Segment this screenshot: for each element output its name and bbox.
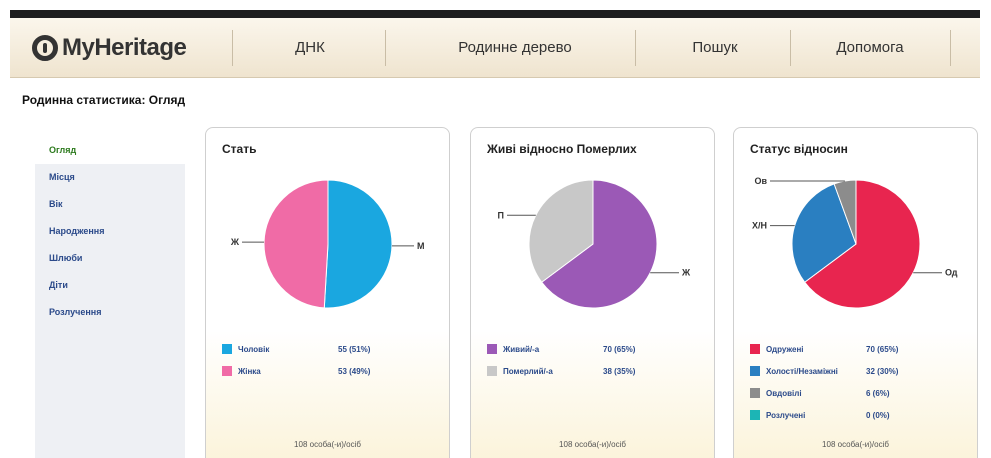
sidebar-item-births[interactable]: Народження [35, 218, 185, 245]
pie-slice-label: Од [945, 268, 958, 278]
logo-text: MyHeritage [62, 34, 187, 61]
nav-divider [790, 30, 791, 66]
nav-family-tree[interactable]: Родинне дерево [400, 18, 630, 78]
legend-item: Холості/Незаміжні 32 (30%) [750, 360, 965, 382]
pie-slice[interactable] [263, 179, 329, 309]
legend-item: Померлий/-а 38 (35%) [487, 360, 702, 382]
living-legend: Живий/-а 70 (65%) Померлий/-а 38 (35%) [487, 338, 702, 382]
legend-label: Холості/Незаміжні [766, 366, 838, 376]
relationship-legend: Одружені 70 (65%) Холості/Незаміжні 32 (… [750, 338, 965, 426]
pie-slice[interactable] [323, 179, 393, 309]
legend-value: 55 (51%) [338, 344, 371, 354]
card-footer: 108 особа(-и)/осіб [294, 440, 361, 449]
nav-divider [635, 30, 636, 66]
legend-item: Живий/-а 70 (65%) [487, 338, 702, 360]
legend-label: Чоловік [238, 344, 270, 354]
legend-swatch [750, 366, 760, 376]
legend-swatch [487, 366, 497, 376]
legend-label: Овдовілі [766, 388, 802, 398]
logo[interactable]: MyHeritage [32, 33, 187, 63]
sidebar-item-marriages[interactable]: Шлюби [35, 245, 185, 272]
legend-value: 0 (0%) [866, 410, 890, 420]
legend-swatch [750, 388, 760, 398]
legend-item: Одружені 70 (65%) [750, 338, 965, 360]
legend-item: Чоловік 55 (51%) [222, 338, 437, 360]
nav-divider [950, 30, 951, 66]
legend-value: 6 (6%) [866, 388, 890, 398]
nav-dna[interactable]: ДНК [250, 18, 370, 78]
top-strip [10, 10, 980, 18]
legend-label: Розлучені [766, 410, 806, 420]
legend-value: 53 (49%) [338, 366, 371, 376]
legend-swatch [222, 344, 232, 354]
page-title: Родинна статистика: Огляд [22, 93, 186, 107]
pie-slice-label: Х/Н [752, 221, 767, 231]
sidebar-item-children[interactable]: Діти [35, 272, 185, 299]
legend-swatch [750, 410, 760, 420]
pie-slice-label: Ов [754, 176, 767, 186]
pie-slice-label: M [417, 241, 425, 251]
pie-slice-label: Ж [230, 237, 240, 247]
pie-slice-label: Ж [681, 268, 691, 278]
nav-help[interactable]: Допомога [800, 18, 940, 78]
card-living-deceased: Живі відносно Померлих ЖП Живий/-а 70 (6… [470, 127, 715, 458]
nav-search[interactable]: Пошук [650, 18, 780, 78]
sidebar: Огляд Місця Вік Народження Шлюби Діти Ро… [35, 137, 185, 458]
legend-label: Живий/-а [503, 344, 540, 354]
legend-item: Жінка 53 (49%) [222, 360, 437, 382]
legend-label: Жінка [238, 366, 261, 376]
card-footer: 108 особа(-и)/осіб [822, 440, 889, 449]
legend-swatch [222, 366, 232, 376]
legend-label: Одружені [766, 344, 804, 354]
nav-divider [232, 30, 233, 66]
header-nav: MyHeritage ДНК Родинне дерево Пошук Допо… [10, 18, 980, 78]
legend-swatch [487, 344, 497, 354]
living-pie-chart: ЖП [498, 179, 691, 309]
legend-value: 70 (65%) [866, 344, 899, 354]
card-footer: 108 особа(-и)/осіб [559, 440, 626, 449]
sidebar-item-places[interactable]: Місця [35, 164, 185, 191]
legend-value: 32 (30%) [866, 366, 899, 376]
sidebar-item-age[interactable]: Вік [35, 191, 185, 218]
card-gender: Стать MЖ Чоловік 55 (51%) Жінка 53 (49%)… [205, 127, 450, 458]
legend-label: Померлий/-а [503, 366, 553, 376]
gender-legend: Чоловік 55 (51%) Жінка 53 (49%) [222, 338, 437, 382]
relationship-pie-chart: Од Х/Н Ов [752, 176, 958, 309]
legend-value: 70 (65%) [603, 344, 636, 354]
sidebar-item-divorces[interactable]: Розлучення [35, 299, 185, 326]
card-relationship-status: Статус відносин Од Х/Н Ов Одружені 70 (65%… [733, 127, 978, 458]
myheritage-logo-icon [32, 35, 58, 61]
nav-divider [385, 30, 386, 66]
pie-slice-label: П [498, 210, 504, 220]
sidebar-item-overview[interactable]: Огляд [35, 137, 185, 164]
legend-item: Овдовілі 6 (6%) [750, 382, 965, 404]
legend-value: 38 (35%) [603, 366, 636, 376]
gender-pie-chart: MЖ [230, 179, 425, 309]
legend-swatch [750, 344, 760, 354]
legend-item: Розлучені 0 (0%) [750, 404, 965, 426]
